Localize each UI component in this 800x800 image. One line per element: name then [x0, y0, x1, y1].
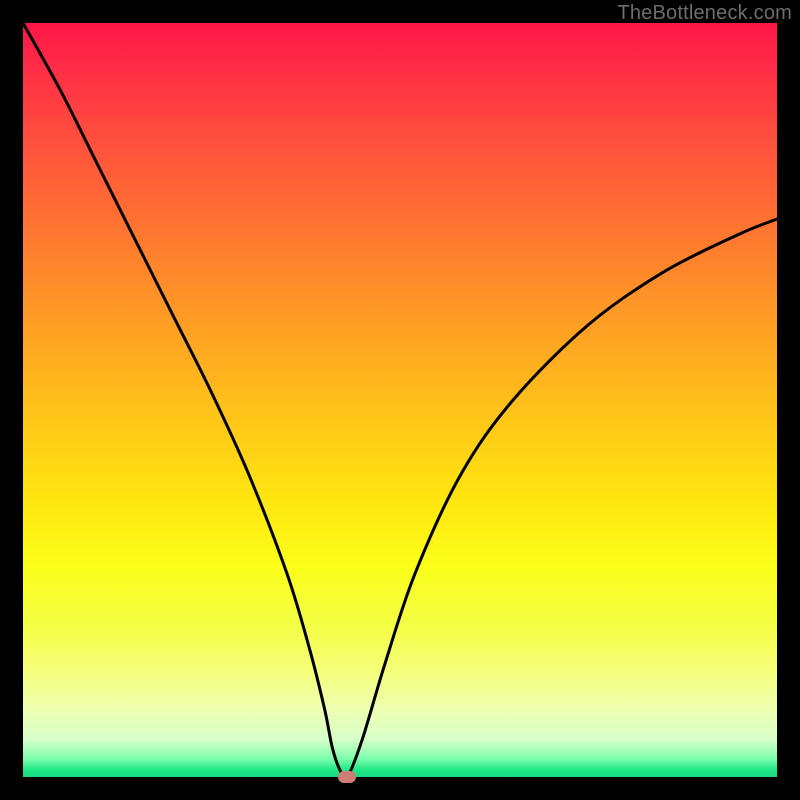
chart-frame: TheBottleneck.com [0, 0, 800, 800]
watermark-text: TheBottleneck.com [617, 2, 792, 25]
optimum-marker [338, 771, 356, 783]
plot-area [23, 23, 777, 777]
bottleneck-curve [23, 23, 777, 777]
